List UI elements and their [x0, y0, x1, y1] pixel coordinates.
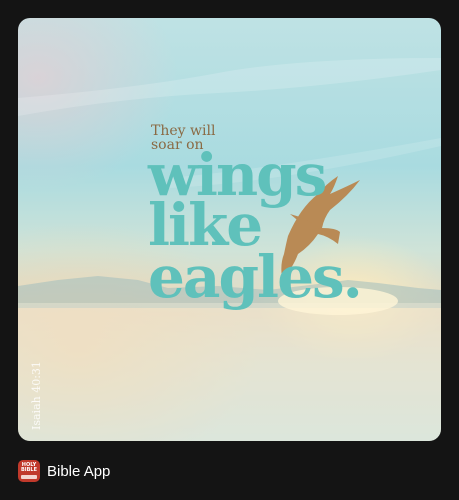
bible-app-icon: HOLY BIBLE: [18, 460, 40, 482]
verse-reference: Isaiah 40:31: [30, 361, 43, 430]
verse-word-eagles: eagles.: [148, 243, 363, 311]
app-icon-text: HOLY BIBLE: [20, 462, 38, 473]
verse-image-card[interactable]: They will soar on wings like eagles. Isa…: [18, 18, 441, 441]
app-attribution[interactable]: HOLY BIBLE Bible App: [18, 460, 110, 482]
app-name-label: Bible App: [47, 462, 111, 480]
verse-text-line-1: They will: [151, 123, 216, 139]
app-icon-stripe: [21, 475, 37, 479]
